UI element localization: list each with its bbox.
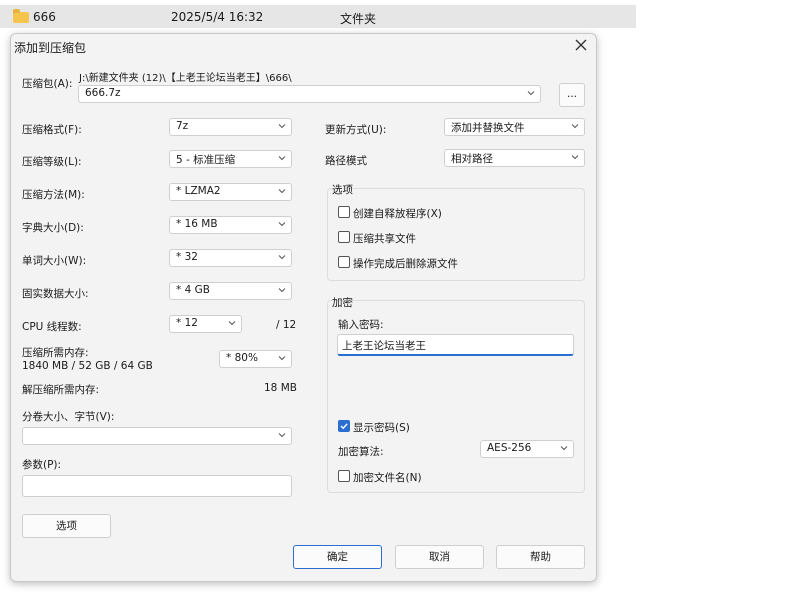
browse-button[interactable]: ...	[559, 83, 585, 107]
sfx-checkbox[interactable]	[338, 206, 350, 218]
chevron-down-icon	[277, 153, 287, 163]
cpu-value: * 12	[176, 317, 198, 329]
path-label: 路径模式	[325, 155, 367, 167]
mem-detail: 1840 MB / 52 GB / 64 GB	[22, 360, 153, 372]
delete-checkbox[interactable]	[338, 256, 350, 268]
add-to-archive-dialog: 添加到压缩包 压缩包(A): J:\新建文件夹 (12)\【上老王论坛当老王】\…	[10, 33, 597, 582]
cancel-button[interactable]: 取消	[395, 545, 484, 569]
file-name: 666	[33, 10, 56, 24]
chevron-down-icon	[277, 219, 287, 229]
close-icon[interactable]	[574, 38, 588, 52]
params-label: 参数(P):	[22, 459, 62, 471]
decomp-value: 18 MB	[264, 382, 297, 394]
split-label: 分卷大小、字节(V):	[22, 411, 115, 423]
password-label: 输入密码:	[338, 319, 384, 331]
path-value: 相对路径	[451, 153, 493, 165]
chevron-down-icon	[277, 285, 287, 295]
chevron-down-icon	[227, 318, 237, 328]
update-label: 更新方式(U):	[325, 124, 387, 136]
chevron-down-icon	[559, 443, 569, 453]
ok-button[interactable]: 确定	[293, 545, 382, 569]
help-button[interactable]: 帮助	[496, 545, 585, 569]
show-password-checkbox[interactable]	[338, 420, 350, 432]
password-value: 上老王论坛当老王	[342, 340, 426, 352]
format-select[interactable]: 7z	[169, 118, 292, 136]
enc-method-select[interactable]: AES-256	[480, 440, 574, 458]
folder-icon	[13, 9, 29, 23]
enc-method-value: AES-256	[487, 442, 532, 454]
chevron-down-icon	[277, 186, 287, 196]
update-value: 添加并替换文件	[451, 122, 525, 134]
dict-label: 字典大小(D):	[22, 222, 84, 234]
mem-value: * 80%	[226, 352, 258, 364]
options-group-title: 选项	[332, 184, 353, 196]
options-button[interactable]: 选项	[22, 514, 111, 538]
chevron-down-icon	[277, 121, 287, 131]
word-label: 单词大小(W):	[22, 255, 87, 267]
chevron-down-icon	[277, 252, 287, 262]
method-value: * LZMA2	[176, 185, 221, 197]
update-select[interactable]: 添加并替换文件	[444, 118, 585, 136]
show-password-label: 显示密码(S)	[353, 422, 410, 434]
chevron-down-icon	[277, 353, 287, 363]
archive-path: J:\新建文件夹 (12)\【上老王论坛当老王】\666\	[79, 73, 292, 84]
cpu-total: / 12	[276, 319, 297, 331]
dict-select[interactable]: * 16 MB	[169, 216, 292, 234]
archive-name-combo[interactable]: 666.7z	[78, 85, 541, 103]
word-select[interactable]: * 32	[169, 249, 292, 267]
level-label: 压缩等级(L):	[22, 156, 82, 168]
chevron-down-icon	[570, 121, 580, 131]
word-value: * 32	[176, 251, 198, 263]
cpu-select[interactable]: * 12	[169, 315, 242, 333]
chevron-down-icon	[526, 88, 536, 98]
password-input[interactable]: 上老王论坛当老王	[337, 334, 574, 356]
level-select[interactable]: 5 - 标准压缩	[169, 150, 292, 168]
encrypt-group-title: 加密	[332, 297, 353, 309]
chevron-down-icon	[570, 152, 580, 162]
archive-label: 压缩包(A):	[22, 78, 73, 90]
mem-select[interactable]: * 80%	[219, 350, 292, 368]
method-select[interactable]: * LZMA2	[169, 183, 292, 201]
solid-value: * 4 GB	[176, 284, 210, 296]
solid-label: 固实数据大小:	[22, 288, 89, 300]
cpu-label: CPU 线程数:	[22, 321, 82, 333]
solid-select[interactable]: * 4 GB	[169, 282, 292, 300]
dialog-title: 添加到压缩包	[14, 41, 87, 55]
file-list-row[interactable]: 666 2025/5/4 16:32 文件夹	[0, 5, 636, 28]
enc-method-label: 加密算法:	[338, 446, 384, 458]
encrypt-names-label: 加密文件名(N)	[353, 472, 422, 484]
sfx-label: 创建自释放程序(X)	[353, 208, 442, 220]
split-combo[interactable]	[22, 427, 292, 445]
delete-label: 操作完成后删除源文件	[353, 258, 458, 270]
file-date: 2025/5/4 16:32	[171, 10, 264, 24]
method-label: 压缩方法(M):	[22, 189, 85, 201]
shared-label: 压缩共享文件	[353, 233, 416, 245]
decomp-label: 解压缩所需内存:	[22, 384, 100, 396]
archive-name-value: 666.7z	[85, 87, 121, 99]
chevron-down-icon	[277, 430, 287, 440]
shared-checkbox[interactable]	[338, 231, 350, 243]
params-input[interactable]	[22, 475, 292, 497]
level-value: 5 - 标准压缩	[176, 154, 236, 166]
format-value: 7z	[176, 120, 189, 132]
file-type: 文件夹	[340, 12, 377, 26]
format-label: 压缩格式(F):	[22, 124, 82, 136]
dict-value: * 16 MB	[176, 218, 218, 230]
encrypt-names-checkbox[interactable]	[338, 470, 350, 482]
path-select[interactable]: 相对路径	[444, 149, 585, 167]
mem-label: 压缩所需内存:	[22, 347, 89, 359]
